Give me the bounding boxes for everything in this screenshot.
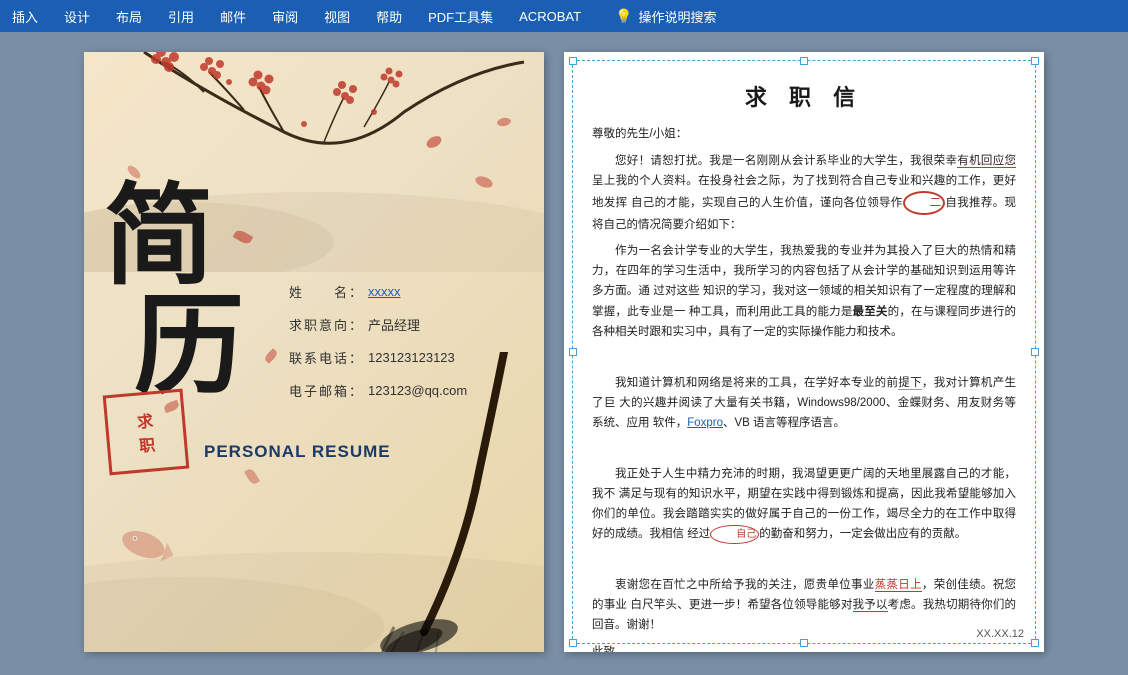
toolbar-help[interactable]: 帮助 xyxy=(372,5,406,28)
name-row: 姓 名： xxxxx xyxy=(284,282,534,301)
toolbar-review[interactable]: 审阅 xyxy=(268,5,302,28)
petal-1 xyxy=(233,228,254,246)
underline-text2: 我予以 xyxy=(853,599,888,612)
name-label: 姓 名： xyxy=(284,282,364,301)
handle-middle-right[interactable] xyxy=(1031,348,1039,356)
letter-para4: 我正处于人生中精力充沛的时期，我渴望更更广阔的天地里展露自己的才能，我不 满足与… xyxy=(592,464,1016,545)
toolbar: 插入 设计 布局 引用 邮件 审阅 视图 帮助 PDF工具集 ACROBAT 💡… xyxy=(0,0,1128,32)
email-value: 123123@qq.com xyxy=(368,383,467,398)
toolbar-layout[interactable]: 布局 xyxy=(112,5,146,28)
letter-greeting: 尊敬的先生/小姐： xyxy=(592,124,1016,145)
resume-title-char1: 简 xyxy=(104,182,209,292)
toolbar-insert[interactable]: 插入 xyxy=(8,5,42,28)
email-label: 电子邮箱： xyxy=(284,381,364,400)
bold-text: 最至关 xyxy=(853,306,888,318)
petal-3 xyxy=(244,467,260,485)
search-icon: 💡 xyxy=(615,8,632,25)
letter-closing: 此致 xyxy=(592,642,1016,653)
letter-spacer3 xyxy=(592,550,1016,571)
main-content: 简 历 求 职 姓 名： xxxxx 求职意向： 产品经理 联系电话： 1231… xyxy=(0,32,1128,675)
resume-cover-page: 简 历 求 职 姓 名： xxxxx 求职意向： 产品经理 联系电话： 1231… xyxy=(84,52,544,652)
underline-text: 提下 xyxy=(898,377,922,390)
link-annotation1: 有机回应您 xyxy=(957,155,1016,168)
personal-info-section: 姓 名： xxxxx 求职意向： 产品经理 联系电话： 123123123123… xyxy=(284,282,534,414)
cover-letter-page[interactable]: 求 职 信 尊敬的先生/小姐： 您好！请恕打扰。我是一名刚刚从会计系毕业的大学生… xyxy=(564,52,1044,652)
letter-para5: 衷谢您在百忙之中所给予我的关注，愿贵单位事业蒸蒸日上，荣创佳绩。祝您的事业 白尺… xyxy=(592,575,1016,635)
toolbar-mail[interactable]: 邮件 xyxy=(216,5,250,28)
handle-bottom-left[interactable] xyxy=(569,639,577,647)
intention-label: 求职意向： xyxy=(284,315,364,334)
resume-en-title: PERSONAL RESUME xyxy=(204,442,391,462)
phone-row: 联系电话： 123123123123 xyxy=(284,348,534,367)
name-value: xxxxx xyxy=(368,284,401,299)
letter-body: 尊敬的先生/小姐： 您好！请恕打扰。我是一名刚刚从会计系毕业的大学生，我很荣幸有… xyxy=(592,124,1016,652)
letter-title: 求 职 信 xyxy=(592,80,1016,112)
circle-annotation: 二 xyxy=(903,191,946,215)
toolbar-search-area[interactable]: 💡 操作说明搜索 xyxy=(615,7,716,26)
toolbar-pdf[interactable]: PDF工具集 xyxy=(424,5,497,28)
letter-spacer2 xyxy=(592,439,1016,460)
foxpro-link[interactable]: Foxpro xyxy=(687,417,723,429)
resume-title-char2: 历 xyxy=(134,292,244,402)
intention-value: 产品经理 xyxy=(368,315,420,334)
toolbar-design[interactable]: 设计 xyxy=(60,5,94,28)
red-circle-annotation: 自己 xyxy=(710,525,759,545)
letter-date: XX.XX.12 xyxy=(976,628,1024,640)
letter-para3: 我知道计算机和网络是将来的工具，在学好本专业的前提下，我对计算机产生了巨 大的兴… xyxy=(592,373,1016,433)
petal-4 xyxy=(263,348,279,364)
handle-bottom-right[interactable] xyxy=(1031,639,1039,647)
phone-label: 联系电话： xyxy=(284,348,364,367)
toolbar-acrobat[interactable]: ACROBAT xyxy=(515,7,585,26)
seal-stamp: 求 职 xyxy=(103,389,190,476)
handle-top-left[interactable] xyxy=(569,57,577,65)
letter-para2: 作为一名会计学专业的大学生，我热爱我的专业并为其投入了巨大的热情和精力，在四年的… xyxy=(592,241,1016,342)
intention-row: 求职意向： 产品经理 xyxy=(284,315,534,334)
koi-fish xyxy=(108,516,180,581)
red-underline-text2: 蒸蒸日上 xyxy=(875,579,922,592)
handle-top-center[interactable] xyxy=(800,57,808,65)
letter-spacer xyxy=(592,348,1016,369)
toolbar-view[interactable]: 视图 xyxy=(320,5,354,28)
search-label: 操作说明搜索 xyxy=(638,7,716,26)
toolbar-reference[interactable]: 引用 xyxy=(164,5,198,28)
handle-middle-left[interactable] xyxy=(569,348,577,356)
handle-top-right[interactable] xyxy=(1031,57,1039,65)
phone-value: 123123123123 xyxy=(368,350,455,365)
email-row: 电子邮箱： 123123@qq.com xyxy=(284,381,534,400)
letter-para1: 您好！请恕打扰。我是一名刚刚从会计系毕业的大学生，我很荣幸有机回应您 呈上我的个… xyxy=(592,151,1016,236)
